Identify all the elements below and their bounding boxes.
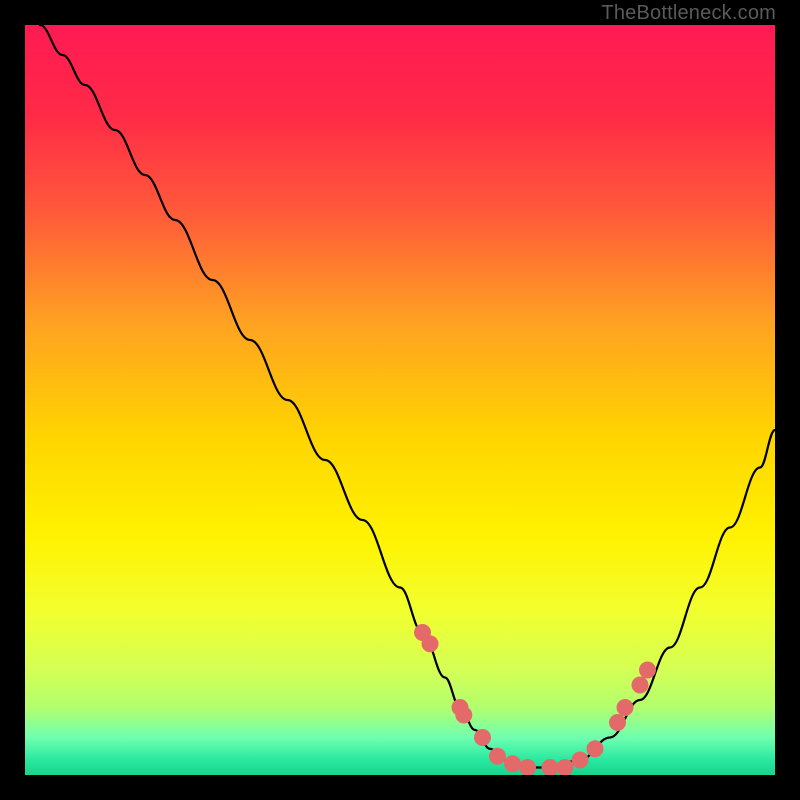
data-point <box>609 714 626 731</box>
bottleneck-curve <box>40 25 775 768</box>
data-point <box>489 748 506 765</box>
data-point <box>572 752 589 769</box>
data-point <box>632 677 649 694</box>
highlighted-points <box>414 624 656 775</box>
data-point <box>639 662 656 679</box>
data-point <box>587 740 604 757</box>
plot-area <box>25 25 775 775</box>
curve-svg <box>25 25 775 775</box>
watermark-text: TheBottleneck.com <box>601 2 776 25</box>
data-point <box>504 755 521 772</box>
data-point <box>422 635 439 652</box>
data-point <box>474 729 491 746</box>
data-point <box>617 699 634 716</box>
data-point <box>542 759 559 775</box>
data-point <box>519 759 536 775</box>
chart-frame: TheBottleneck.com <box>0 0 800 800</box>
data-point <box>455 707 472 724</box>
